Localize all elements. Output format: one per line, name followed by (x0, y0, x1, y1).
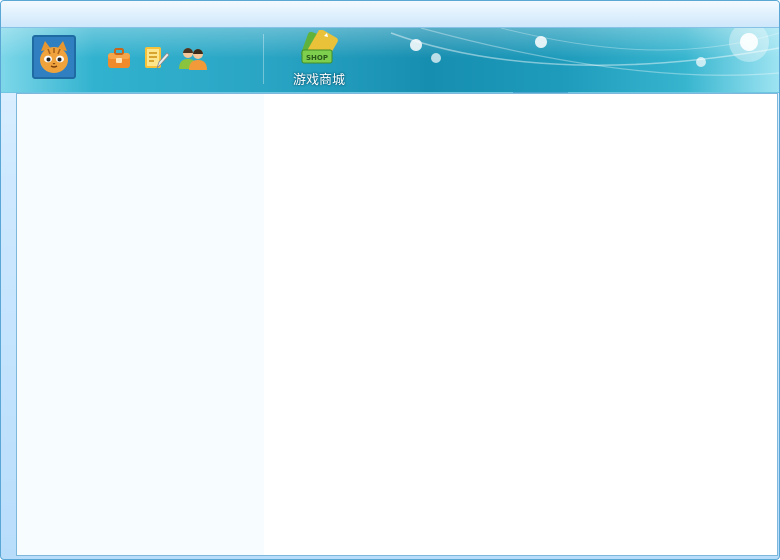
toolbar-separator (263, 34, 264, 84)
game-shop-label: 游戏商城 (292, 73, 345, 88)
toolbox-icon (108, 48, 130, 68)
game-client-window: SHOP 游戏商城 (0, 0, 780, 560)
banner-decoration (390, 28, 779, 76)
note-pencil-icon (145, 47, 170, 69)
shop-icon: SHOP (301, 30, 338, 64)
main-content (16, 93, 778, 556)
cat-avatar-icon (40, 41, 68, 73)
right-panel (264, 94, 777, 555)
friends-button[interactable] (177, 44, 207, 74)
game-shop-button[interactable]: SHOP 游戏商城 (287, 30, 351, 90)
notes-button[interactable] (141, 44, 171, 74)
shop-badge: SHOP (306, 54, 328, 62)
box-button[interactable] (105, 44, 135, 74)
left-panel (17, 94, 264, 555)
users-icon (179, 48, 207, 70)
title-bar[interactable] (1, 1, 779, 28)
user-avatar[interactable] (32, 35, 76, 79)
top-banner: SHOP 游戏商城 (1, 28, 779, 93)
